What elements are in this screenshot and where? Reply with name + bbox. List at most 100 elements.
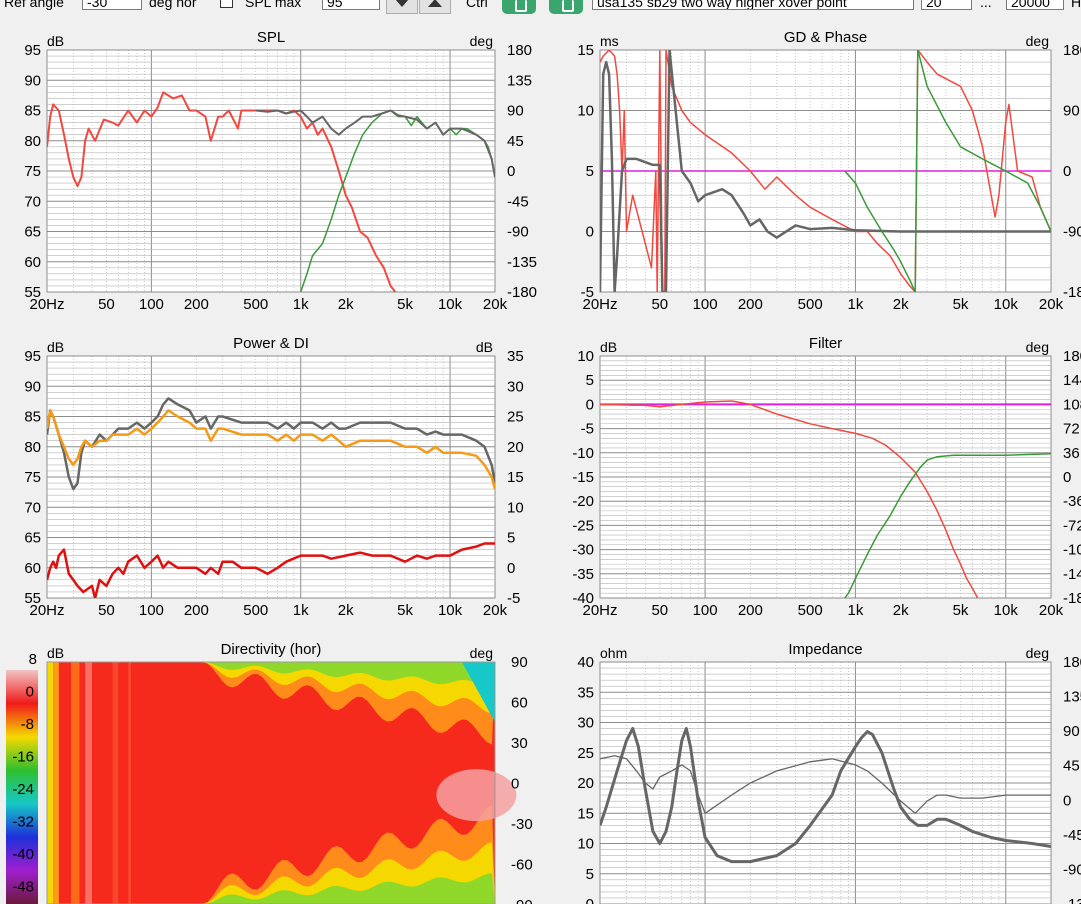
y2-unit-label: deg [470, 645, 493, 661]
x-tick-label: 1k [847, 296, 863, 313]
x-tick-label: 10k [994, 602, 1019, 619]
y-tick-label: 75 [24, 163, 41, 180]
y2-tick-label: 0 [507, 163, 515, 180]
y2-unit-label: deg [470, 33, 493, 49]
y2-tick-label: 0 [1063, 163, 1071, 180]
y-tick-label: 0 [586, 224, 594, 241]
x-tick-label: 10k [438, 602, 463, 619]
y-tick-label: 75 [24, 469, 41, 486]
x-tick-label: 500 [798, 296, 823, 313]
y-tick-label: 10 [577, 348, 594, 365]
y-tick-label: -10 [572, 445, 594, 462]
y2-tick-label: -90 [1063, 224, 1081, 241]
x-tick-label: 2k [893, 296, 909, 313]
x-tick-label: 1k [293, 296, 309, 313]
y2-tick-label: 20 [507, 439, 524, 456]
grid [46, 355, 496, 599]
y2-tick-label: -144 [1063, 566, 1081, 583]
y-tick-label: 10 [577, 836, 594, 853]
x-tick-label: 10k [994, 296, 1019, 313]
x-tick-label: 100 [139, 602, 164, 619]
y-tick-label: 90 [24, 72, 41, 89]
y-tick-label: 95 [24, 348, 41, 365]
y-tick-label: 95 [24, 42, 41, 59]
y-tick-label: -30 [572, 542, 594, 559]
y-tick-label: 15 [577, 805, 594, 822]
y2-tick-label: -5 [507, 590, 520, 607]
x-tick-label: 20Hz [582, 602, 617, 619]
y-tick-label: 80 [24, 133, 41, 150]
charts-canvas: SPLdB deg95908580757065605518013590450-45… [6, 29, 1081, 904]
y2-tick-label: 0 [1063, 792, 1071, 809]
y2-tick-label: 25 [507, 409, 524, 426]
y-tick-label: 90 [24, 378, 41, 395]
y-unit-label: dB [47, 339, 64, 355]
y-tick-label: 35 [577, 684, 594, 701]
y2-tick-label: 72 [1063, 421, 1080, 438]
x-tick-label: 20k [483, 296, 508, 313]
y2-tick-label: 180 [1063, 42, 1081, 59]
y2-unit-label: dB [476, 339, 493, 355]
y2-tick-label: 0 [507, 560, 515, 577]
x-tick-label: 500 [243, 296, 268, 313]
y2-tick-label: 60 [511, 695, 528, 712]
y-tick-label: 10 [577, 103, 594, 120]
colorbar-tick-label: -16 [12, 749, 34, 766]
y2-tick-label: 5 [507, 530, 515, 547]
y2-tick-label: -45 [507, 193, 529, 210]
grid [46, 49, 496, 293]
y-tick-label: -20 [572, 493, 594, 510]
colorbar-tick-label: 0 [26, 684, 34, 701]
colorbar-tick-label: -48 [12, 879, 34, 896]
x-tick-label: 500 [243, 602, 268, 619]
x-tick-label: 20Hz [29, 296, 64, 313]
y2-tick-label: -60 [511, 857, 533, 874]
x-tick-label: 1k [293, 602, 309, 619]
x-tick-label: 100 [693, 296, 718, 313]
y2-tick-label: -180 [1063, 284, 1081, 301]
y2-tick-label: -108 [1063, 542, 1081, 559]
x-tick-label: 2k [893, 602, 909, 619]
y-tick-label: -5 [581, 421, 594, 438]
y2-tick-label: 90 [507, 103, 524, 120]
panel-impedance: Impedance ohm deg 40 35 30 25 20 15 10 5 0 180 135 90 4… [577, 641, 1081, 904]
chart-title: Power & DI [233, 335, 309, 352]
x-tick-label: 50 [651, 602, 668, 619]
x-tick-label: 20k [1039, 296, 1064, 313]
directivity-band [85, 662, 92, 904]
y2-tick-label: 10 [507, 499, 524, 516]
y2-tick-label: 144 [1063, 372, 1081, 389]
x-tick-label: 10k [438, 296, 463, 313]
y2-tick-label: 30 [511, 735, 528, 752]
x-tick-label: 200 [738, 602, 763, 619]
x-tick-label: 200 [184, 296, 209, 313]
y2-tick-label: -30 [511, 816, 533, 833]
y2-tick-label: 180 [507, 42, 532, 59]
y2-tick-label: 90 [1063, 103, 1080, 120]
y2-unit-label: deg [1026, 33, 1049, 49]
chart-title: Impedance [788, 641, 862, 658]
x-tick-label: 1k [847, 602, 863, 619]
y-tick-label: 0 [586, 896, 594, 904]
x-tick-label: 20k [483, 602, 508, 619]
y-unit-label: dB [600, 339, 617, 355]
y2-unit-label: deg [1026, 339, 1049, 355]
y2-tick-label: -36 [1063, 493, 1081, 510]
y2-tick-label: -90 [1063, 861, 1081, 878]
x-tick-label: 5k [953, 602, 969, 619]
y-unit-label: dB [47, 645, 64, 661]
y2-tick-label: 36 [1063, 445, 1080, 462]
directivity-band [53, 662, 59, 904]
directivity-onaxis [436, 769, 517, 822]
y-tick-label: -25 [572, 517, 594, 534]
y2-tick-label: 35 [507, 348, 524, 365]
y2-tick-label: -135 [1063, 896, 1081, 904]
y2-tick-label: 30 [507, 378, 524, 395]
colorbar-tick-label: -8 [21, 716, 34, 733]
directivity-band [47, 662, 54, 904]
y2-tick-label: 90 [1063, 723, 1080, 740]
y-unit-label: ms [600, 33, 619, 49]
panel-directivity-hor: Directivity (hor) dB deg 90 60 30 0 -30 -60 -90 8 0… [6, 641, 533, 904]
y2-tick-label: -180 [1063, 590, 1081, 607]
x-tick-label: 100 [693, 602, 718, 619]
